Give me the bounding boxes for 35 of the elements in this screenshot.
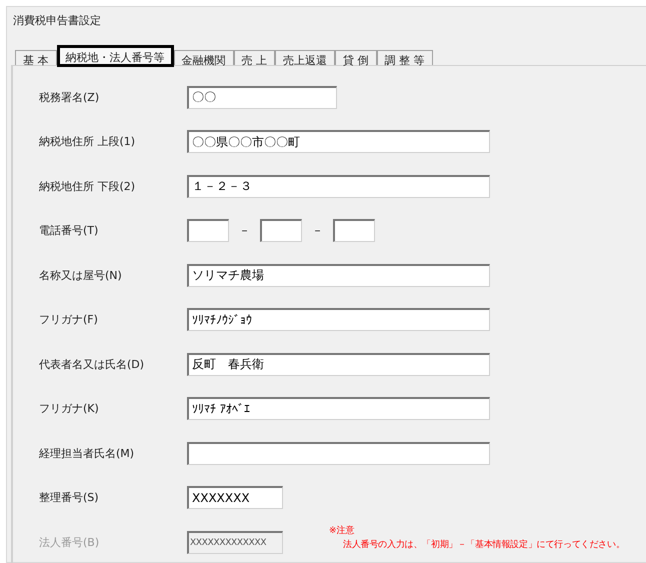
- tab[interactable]: 基 本: [15, 50, 56, 65]
- field-label: 税務署名(Z): [39, 90, 100, 105]
- input-field[interactable]: １－２－３: [187, 174, 490, 198]
- field-label: 名称又は屋号(N): [39, 268, 123, 283]
- note-title: ※注意: [329, 524, 356, 538]
- dash-separator: －: [238, 223, 251, 238]
- tab[interactable]: 納税地・法人番号等: [56, 45, 174, 67]
- field-label: 代表者名又は氏名(D): [39, 356, 146, 372]
- field-label: 納税地住所 上段(1): [39, 134, 136, 150]
- input-field[interactable]: ｿﾘﾏﾁ ｱｵﾍﾞｴ: [187, 397, 490, 420]
- input-field[interactable]: ｿﾘﾏﾁﾉｳｼﾞｮｳ: [187, 308, 490, 332]
- input-field[interactable]: [333, 219, 375, 242]
- tab[interactable]: 売上返還: [275, 50, 335, 65]
- field-label: 法人番号(B): [39, 534, 100, 550]
- field-label: 整理番号(S): [39, 490, 100, 506]
- input-field[interactable]: 反町 春兵衛: [187, 352, 490, 376]
- tab[interactable]: 貸 倒: [335, 50, 376, 65]
- field-label: フリガナ(F): [39, 312, 99, 328]
- window-title: 消費税申告書設定: [12, 13, 101, 29]
- input-field[interactable]: XXXXXXX: [187, 486, 283, 510]
- tab[interactable]: 調 整 等: [376, 50, 432, 65]
- note-text: 法人番号の入力は、「初期」－「基本情報設定」にて行ってください。: [343, 538, 625, 552]
- input-field[interactable]: ソリマチ農場: [187, 264, 490, 287]
- input-field[interactable]: 〇〇県〇〇市〇〇町: [187, 130, 490, 154]
- field-label: 納税地住所 下段(2): [39, 178, 136, 194]
- tab[interactable]: 金融機関: [174, 50, 234, 65]
- field-label: 経理担当者氏名(M): [39, 446, 136, 461]
- input-field[interactable]: 〇〇: [187, 86, 337, 109]
- field-label: 電話番号(T): [39, 223, 100, 238]
- input-field[interactable]: [187, 219, 229, 242]
- field-label: フリガナ(K): [39, 401, 100, 416]
- tab[interactable]: 売 上: [234, 50, 275, 65]
- dash-separator: －: [311, 223, 324, 238]
- input-field[interactable]: [260, 219, 302, 242]
- input-field[interactable]: [187, 442, 490, 465]
